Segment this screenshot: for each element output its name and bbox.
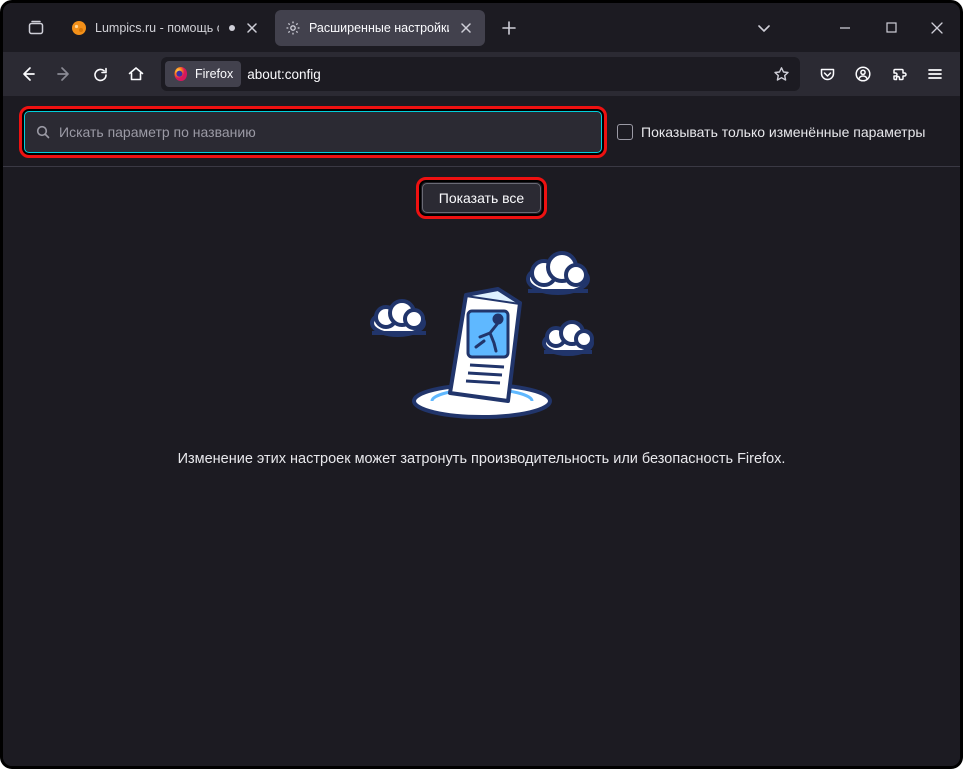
titlebar-right: [746, 3, 960, 52]
new-tab-button[interactable]: [493, 12, 525, 44]
gear-icon: [285, 20, 301, 36]
pocket-button[interactable]: [810, 57, 844, 91]
nav-toolbar: Firefox about:config: [3, 52, 960, 96]
forward-button[interactable]: [47, 57, 81, 91]
show-modified-only-checkbox[interactable]: [617, 124, 633, 140]
show-all-wrap: Показать все: [422, 183, 541, 213]
show-all-button[interactable]: Показать все: [422, 183, 541, 213]
show-modified-only-label: Показывать только изменённые параметры: [641, 124, 925, 140]
account-button[interactable]: [846, 57, 880, 91]
window-close-button[interactable]: [914, 3, 960, 52]
tab-strip: Lumpics.ru - помощь с компью Расширенные…: [3, 3, 960, 52]
reload-button[interactable]: [83, 57, 117, 91]
window-controls: [822, 3, 960, 52]
tab-overview-button[interactable]: [11, 19, 61, 37]
app-menu-button[interactable]: [918, 57, 952, 91]
config-search-input[interactable]: [59, 124, 591, 140]
tab-lumpics[interactable]: Lumpics.ru - помощь с компью: [61, 10, 271, 46]
home-button[interactable]: [119, 57, 153, 91]
config-caption: Изменение этих настроек может затронуть …: [178, 451, 786, 467]
url-bar[interactable]: Firefox about:config: [161, 57, 800, 91]
url-text: about:config: [247, 67, 321, 82]
identity-box[interactable]: Firefox: [165, 61, 241, 87]
tab-indicator-icon: [229, 25, 235, 31]
close-icon[interactable]: [243, 19, 261, 37]
caution-illustration: [352, 233, 612, 423]
search-icon: [35, 124, 51, 140]
list-all-tabs-button[interactable]: [746, 21, 782, 35]
close-icon[interactable]: [457, 19, 475, 37]
about-config-page: Показывать только изменённые параметры П…: [3, 96, 960, 766]
config-search-box[interactable]: [23, 110, 603, 154]
window-minimize-button[interactable]: [822, 3, 868, 52]
show-modified-only-row[interactable]: Показывать только изменённые параметры: [617, 124, 925, 140]
browser-window: Lumpics.ru - помощь с компью Расширенные…: [0, 0, 963, 769]
extensions-button[interactable]: [882, 57, 916, 91]
bookmark-star-button[interactable]: [766, 59, 796, 89]
firefox-logo-icon: [173, 66, 189, 82]
tab-about-config[interactable]: Расширенные настройки: [275, 10, 485, 46]
tab-label: Lumpics.ru - помощь с компью: [95, 21, 219, 35]
back-button[interactable]: [11, 57, 45, 91]
config-search-row: Показывать только изменённые параметры: [3, 96, 960, 167]
config-search-wrap: [23, 110, 603, 154]
window-maximize-button[interactable]: [868, 3, 914, 52]
config-center-column: Показать все: [3, 167, 960, 467]
identity-label: Firefox: [195, 67, 233, 81]
nav-right-buttons: [810, 57, 952, 91]
tab-favicon-lumpics: [71, 20, 87, 36]
tab-label: Расширенные настройки: [309, 21, 449, 35]
